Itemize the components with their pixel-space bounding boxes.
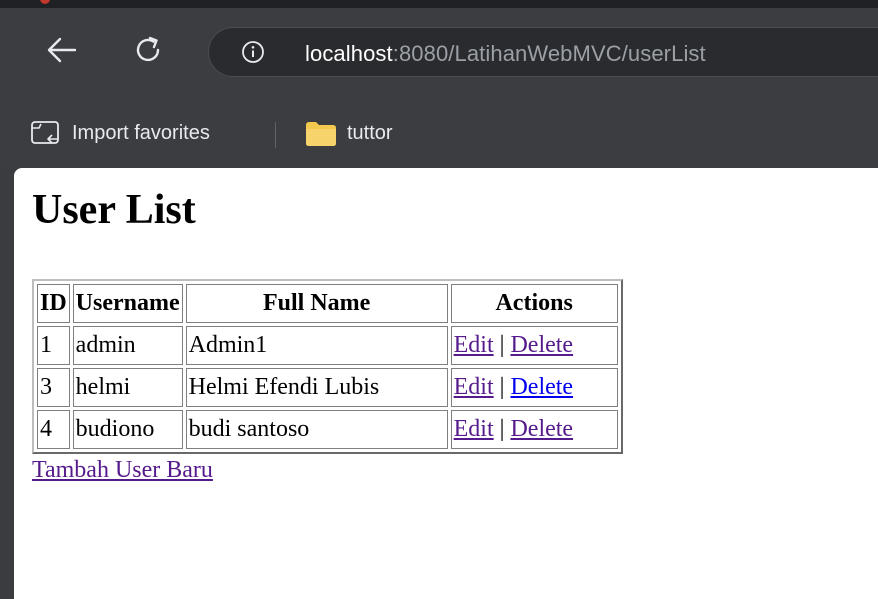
browser-window: localhost:8080/LatihanWebMVC/userList Im…	[0, 0, 878, 599]
tab-strip	[0, 0, 878, 8]
bookmark-label: tuttor	[347, 121, 393, 144]
delete-link[interactable]: Delete	[510, 416, 573, 442]
cell-actions: Edit | Delete	[450, 326, 618, 365]
table-row: 1 admin Admin1 Edit | Delete	[37, 326, 618, 365]
cell-id: 3	[37, 368, 70, 407]
reload-icon	[136, 36, 160, 62]
edit-link[interactable]: Edit	[454, 416, 494, 442]
edit-link[interactable]: Edit	[454, 332, 494, 358]
delete-link[interactable]: Delete	[510, 374, 573, 400]
user-table: ID Username Full Name Actions 1 admin Ad…	[32, 279, 623, 454]
edit-link[interactable]: Edit	[454, 374, 494, 400]
arrow-left-icon	[47, 37, 77, 63]
column-header-id: ID	[37, 284, 70, 323]
address-bar[interactable]: localhost:8080/LatihanWebMVC/userList	[208, 27, 878, 77]
import-favorites-icon	[31, 121, 59, 144]
back-button[interactable]	[42, 30, 82, 70]
delete-link[interactable]: Delete	[510, 332, 573, 358]
cell-full-name: budi santoso	[185, 410, 448, 449]
cell-username: admin	[72, 326, 183, 365]
page-content: User List ID Username Full Name Actions …	[32, 168, 623, 484]
cell-full-name: Admin1	[185, 326, 448, 365]
action-separator: |	[499, 374, 505, 400]
bookmarks-bar: Import favorites tuttor	[0, 108, 878, 168]
info-icon[interactable]	[241, 40, 265, 64]
cell-id: 1	[37, 326, 70, 365]
column-header-username: Username	[72, 284, 183, 323]
tab-favicon	[40, 0, 50, 4]
folder-icon	[306, 122, 336, 146]
bookmark-import-favorites[interactable]: Import favorites	[30, 118, 210, 148]
column-header-full-name: Full Name	[185, 284, 448, 323]
column-header-actions: Actions	[450, 284, 618, 323]
reload-button[interactable]	[128, 30, 168, 70]
bookmark-folder-tuttor[interactable]: tuttor	[305, 118, 393, 148]
url-text[interactable]: localhost:8080/LatihanWebMVC/userList	[305, 41, 706, 67]
cell-actions: Edit | Delete	[450, 410, 618, 449]
page-title: User List	[32, 187, 196, 233]
url-path: :8080/LatihanWebMVC/userList	[392, 41, 706, 66]
add-user-link[interactable]: Tambah User Baru	[32, 457, 213, 484]
url-host: localhost	[305, 41, 393, 66]
browser-toolbar: localhost:8080/LatihanWebMVC/userList	[0, 8, 878, 108]
action-separator: |	[499, 416, 505, 442]
cell-username: helmi	[72, 368, 183, 407]
cell-full-name: Helmi Efendi Lubis	[185, 368, 448, 407]
cell-username: budiono	[72, 410, 183, 449]
bookmarks-separator	[275, 122, 276, 148]
table-row: 3 helmi Helmi Efendi Lubis Edit | Delete	[37, 368, 618, 407]
table-header-row: ID Username Full Name Actions	[37, 284, 618, 323]
table-row: 4 budiono budi santoso Edit | Delete	[37, 410, 618, 449]
action-separator: |	[499, 332, 505, 358]
cell-actions: Edit | Delete	[450, 368, 618, 407]
page-viewport: User List ID Username Full Name Actions …	[14, 168, 878, 599]
cell-id: 4	[37, 410, 70, 449]
bookmark-label: Import favorites	[72, 121, 210, 144]
